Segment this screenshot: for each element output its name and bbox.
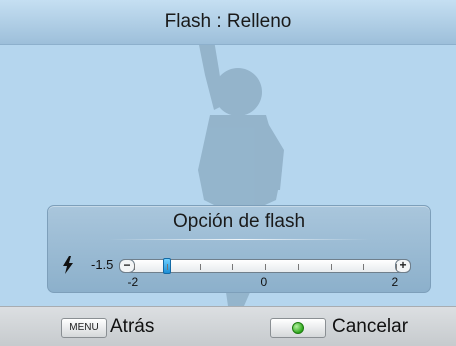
child-silhouette-image bbox=[198, 16, 284, 306]
ok-key-button[interactable] bbox=[270, 318, 326, 338]
flash-option-panel: Opción de flash -1.5 − + -2 0 2 bbox=[47, 205, 431, 293]
slider-tick bbox=[265, 264, 266, 270]
panel-divider bbox=[108, 239, 370, 240]
scale-label-max: 2 bbox=[391, 275, 399, 289]
slider-tick bbox=[232, 264, 234, 270]
menu-key-button[interactable]: MENU bbox=[61, 318, 107, 338]
back-label[interactable]: Atrás bbox=[110, 316, 154, 338]
exposure-value-label: -1.5 bbox=[91, 257, 114, 272]
panel-title: Opción de flash bbox=[172, 211, 306, 232]
slider-tick bbox=[199, 264, 201, 270]
green-ok-icon bbox=[292, 322, 304, 334]
camera-flash-screen: Flash : Relleno Opción de flash -1.5 − +… bbox=[0, 0, 456, 346]
footer-bar: MENU Atrás Cancelar bbox=[0, 306, 456, 346]
cancel-label[interactable]: Cancelar bbox=[332, 316, 408, 338]
slider-tick bbox=[166, 264, 168, 270]
page-title: Flash : Relleno bbox=[164, 11, 292, 32]
header-bar: Flash : Relleno bbox=[0, 0, 456, 45]
slider-tick bbox=[363, 264, 365, 270]
plus-button[interactable]: + bbox=[395, 259, 411, 273]
slider-tick bbox=[396, 264, 397, 270]
slider-tick bbox=[330, 264, 332, 270]
minus-button[interactable]: − bbox=[119, 259, 135, 273]
slider-tick bbox=[297, 264, 299, 270]
scale-label-min: -2 bbox=[127, 275, 139, 289]
flash-bolt-icon bbox=[63, 256, 73, 274]
scale-label-zero: 0 bbox=[260, 275, 268, 289]
slider-tick bbox=[134, 264, 135, 270]
flash-compensation-slider[interactable]: − + bbox=[119, 258, 411, 274]
